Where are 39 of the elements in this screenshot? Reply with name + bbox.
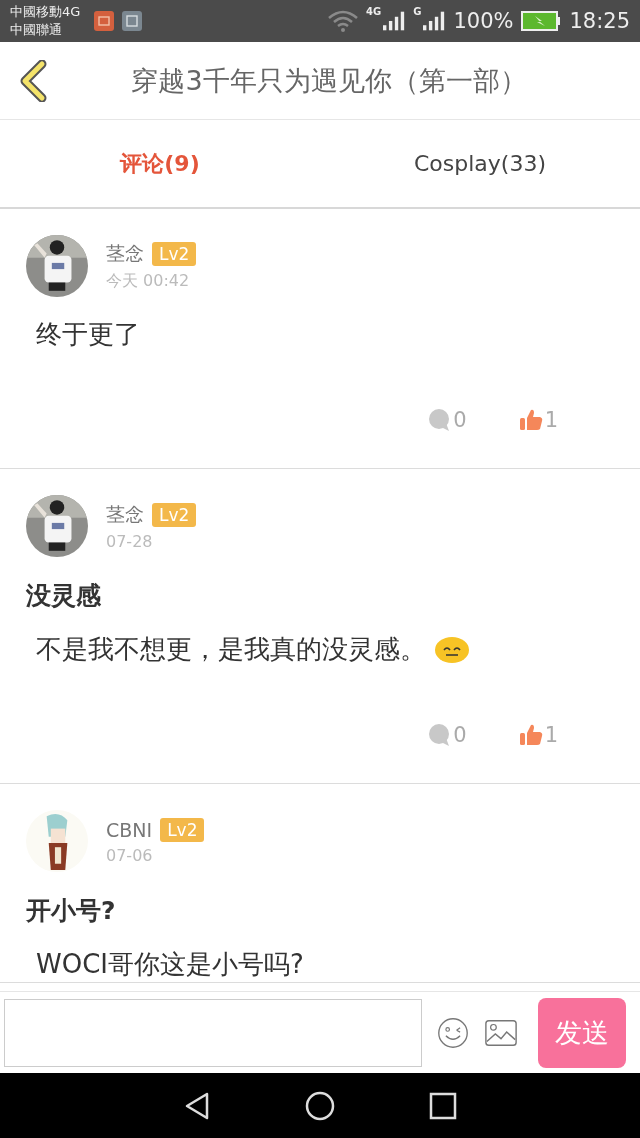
comment-title: 开小号?: [26, 895, 117, 927]
send-button[interactable]: 发送: [538, 997, 626, 1068]
recent-apps-icon[interactable]: [427, 1090, 458, 1121]
like-count[interactable]: 1: [518, 408, 558, 432]
user-name: 茎念: [106, 240, 144, 266]
battery-charging-icon: [521, 11, 562, 31]
thumbs-up-icon: [518, 408, 543, 432]
thumbs-up-icon: [518, 723, 543, 747]
carrier-name: 中國聯通: [10, 21, 63, 39]
level-badge: Lv2: [152, 241, 197, 266]
signal-icon: [423, 11, 446, 31]
reply-count[interactable]: 0: [427, 723, 467, 747]
like-count[interactable]: 1: [518, 723, 558, 747]
comment-time: 今天 00:42: [106, 270, 191, 292]
network-type-label: 4G: [366, 6, 382, 17]
carrier-name: 中國移動4G: [10, 3, 81, 21]
battery-percent: 100%: [453, 9, 514, 33]
user-name: 茎念: [106, 501, 144, 527]
page-title: 穿越3千年只为遇见你（第一部）: [130, 63, 528, 98]
speech-bubble-icon: [427, 723, 452, 747]
back-icon[interactable]: [18, 59, 48, 102]
home-nav-icon[interactable]: [305, 1090, 335, 1121]
comment-text: 终于更了: [36, 318, 140, 351]
clock: 18:25: [569, 9, 630, 33]
comment-time: 07-28: [106, 531, 154, 551]
user-name: CBNI: [106, 818, 153, 841]
wifi-icon: [328, 10, 359, 32]
comment-input-field[interactable]: [4, 998, 422, 1067]
comment-title: 没灵感: [26, 580, 102, 612]
emoji-icon[interactable]: [436, 1016, 470, 1049]
comment-text: 不是我不想更，是我真的没灵感。: [36, 633, 426, 666]
signal-icon: [383, 11, 406, 31]
comment-text: WOCI哥你这是小号吗?: [36, 948, 304, 981]
level-badge: Lv2: [152, 502, 197, 527]
reply-count[interactable]: 0: [427, 408, 467, 432]
network-type-label: G: [413, 6, 422, 17]
comment-time: 07-06: [106, 845, 154, 865]
level-badge: Lv2: [160, 817, 205, 842]
speech-bubble-icon: [427, 408, 452, 432]
